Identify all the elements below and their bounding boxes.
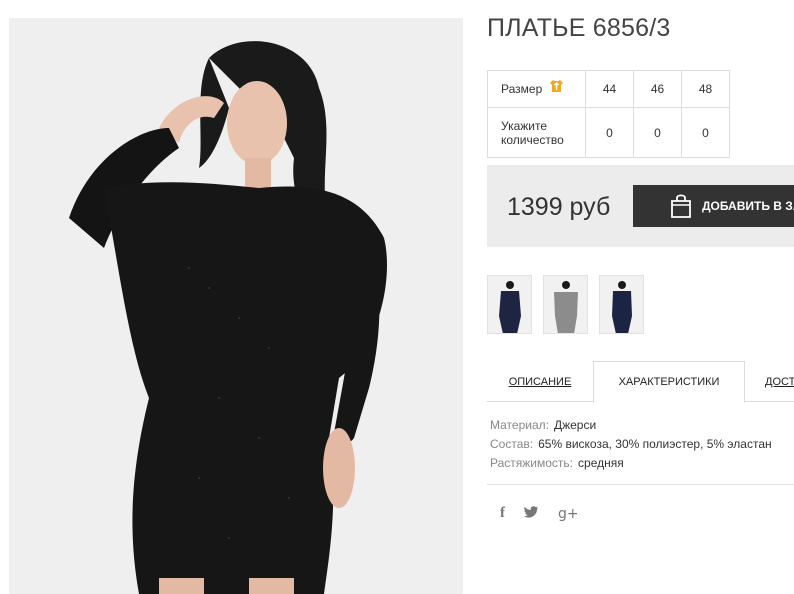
size-label: Размер (501, 81, 543, 96)
add-to-order-label: ДОБАВИТЬ В ЗАКАЗ (702, 199, 794, 213)
spec-value: средняя (578, 456, 624, 470)
tab-characteristics[interactable]: ХАРАКТЕРИСТИКИ (593, 361, 745, 403)
spec-key: Растяжимость: (490, 456, 574, 470)
shopping-bag-icon (669, 193, 693, 219)
spec-value: Джерси (553, 418, 597, 432)
main-product-photo (9, 18, 463, 594)
price-box: 1399 руб ДОБАВИТЬ В ЗАКАЗ (487, 165, 794, 247)
spec-value: 65% вискоза, 30% полиэстер, 5% эластан (538, 437, 772, 451)
thumbnail-navy-side[interactable] (599, 275, 644, 334)
google-plus-icon[interactable]: g+ (558, 506, 579, 522)
size-quantity-table: Размер 44 46 48 Укажите количество 0 0 0 (487, 70, 730, 158)
size-cell: 44 (585, 70, 634, 108)
quantity-input[interactable]: 0 (681, 107, 730, 158)
quantity-row: Укажите количество 0 0 0 (487, 107, 730, 158)
spec-row: Материал: Джерси (490, 416, 772, 435)
size-cell: 48 (681, 70, 730, 108)
thumbnail-navy-front[interactable] (487, 275, 532, 334)
size-row: Размер 44 46 48 (487, 70, 730, 108)
tab-delivery[interactable]: ДОСТАВКА (753, 361, 794, 402)
spec-key: Материал: (490, 418, 549, 432)
product-title: ПЛАТЬЕ 6856/3 (487, 14, 671, 42)
size-guide-icon[interactable] (549, 79, 564, 96)
spec-key: Состав: (490, 437, 534, 451)
twitter-icon[interactable] (523, 505, 539, 522)
divider (487, 484, 794, 485)
facebook-icon[interactable]: f (500, 505, 505, 522)
price: 1399 руб (507, 193, 611, 221)
size-cell: 46 (633, 70, 682, 108)
spec-row: Растяжимость: средняя (490, 454, 772, 473)
quantity-input[interactable]: 0 (633, 107, 682, 158)
spec-row: Состав: 65% вискоза, 30% полиэстер, 5% эл… (490, 435, 772, 454)
spec-list: Материал: Джерси Состав: 65% вискоза, 30% … (490, 416, 772, 473)
quantity-input[interactable]: 0 (585, 107, 634, 158)
thumbnail-grey-front[interactable] (543, 275, 588, 334)
add-to-order-button[interactable]: ДОБАВИТЬ В ЗАКАЗ (633, 185, 794, 227)
social-share: f g+ (500, 505, 598, 522)
thumbnail-gallery (487, 275, 655, 334)
quantity-label: Укажите количество (487, 107, 586, 158)
tab-description[interactable]: ОПИСАНИЕ (487, 361, 593, 402)
product-tabs: ОПИСАНИЕ ХАРАКТЕРИСТИКИ ДОСТАВКА (487, 361, 794, 403)
size-label-cell: Размер (487, 70, 586, 108)
